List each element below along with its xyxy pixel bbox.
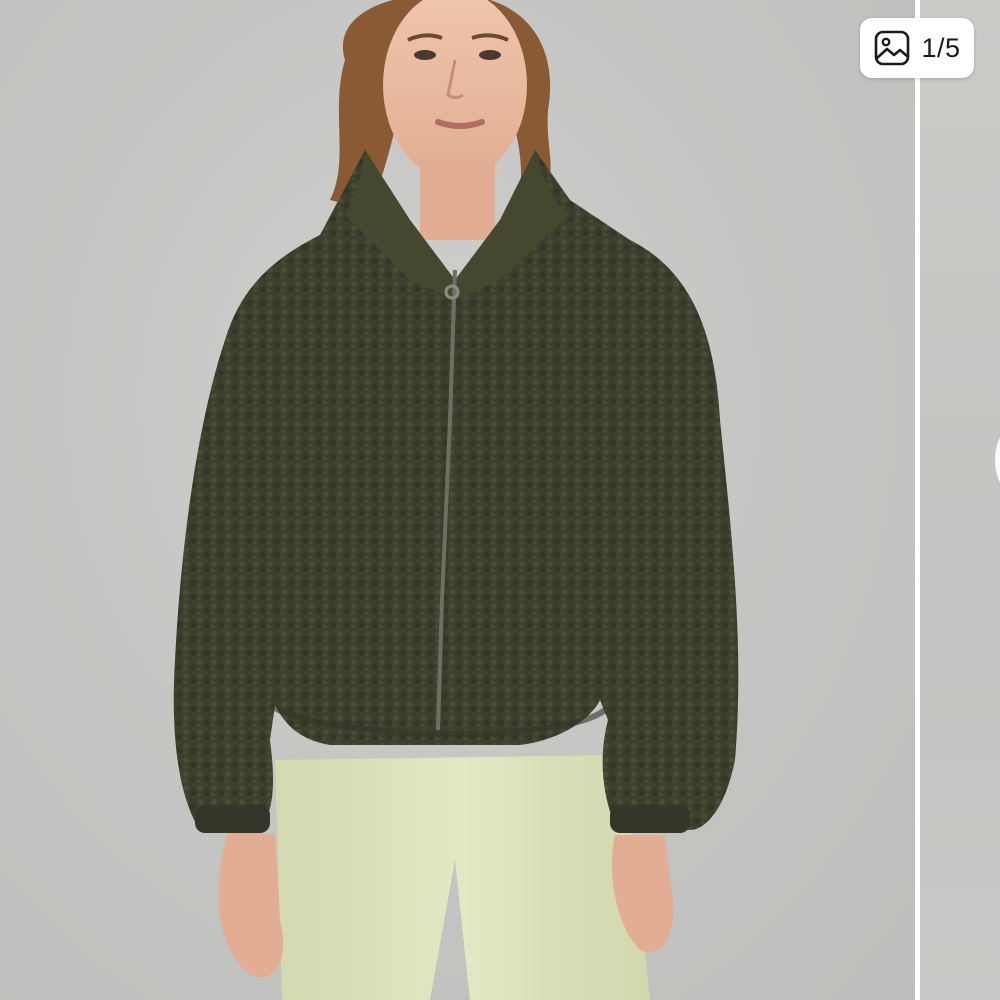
image-counter-badge: 1/5 [860, 18, 974, 78]
product-photo-illustration [173, 0, 739, 1000]
image-counter-text: 1/5 [921, 32, 961, 63]
gallery-image-icon [875, 30, 910, 66]
product-photo-current[interactable] [0, 0, 915, 1000]
image-gallery-viewer[interactable]: 1/5 [0, 0, 1000, 1000]
product-photo-next-peek[interactable] [920, 0, 1000, 1000]
